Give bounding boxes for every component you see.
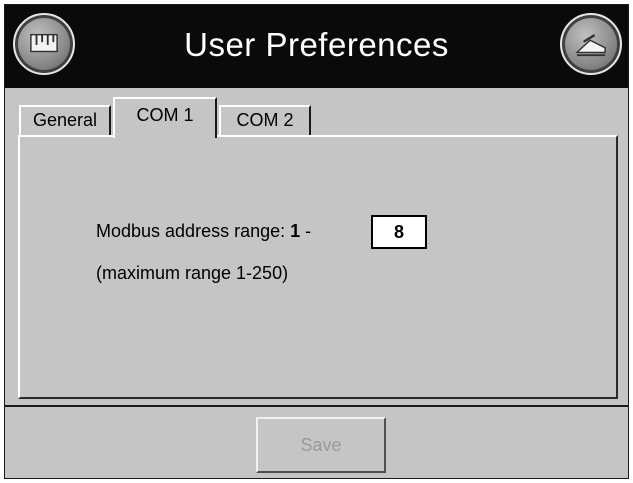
range-note: (maximum range 1-250) <box>96 263 289 283</box>
modbus-label: Modbus address range: <box>96 221 286 241</box>
app-window: User Preferences General COM 1 COM 2 Mod… <box>4 4 629 479</box>
com1-panel: Modbus address range: 1 - 8 (maximum ran… <box>18 135 618 399</box>
exit-icon <box>575 34 606 57</box>
range-end-field[interactable]: 8 <box>371 215 427 249</box>
footer-divider <box>5 405 628 407</box>
tab-com2[interactable]: COM 2 <box>219 105 311 135</box>
page-title: User Preferences <box>184 26 449 63</box>
range-separator: - <box>305 221 312 241</box>
exit-button[interactable] <box>560 13 622 75</box>
modbus-range-row: Modbus address range: 1 - <box>96 221 311 242</box>
save-button[interactable]: Save <box>256 417 386 473</box>
tab-com1[interactable]: COM 1 <box>113 97 217 138</box>
tab-general[interactable]: General <box>19 105 111 135</box>
ruler-icon <box>30 33 58 53</box>
range-start: 1 <box>290 221 301 241</box>
ruler-button[interactable] <box>13 13 75 75</box>
title-bar: User Preferences <box>5 5 628 88</box>
